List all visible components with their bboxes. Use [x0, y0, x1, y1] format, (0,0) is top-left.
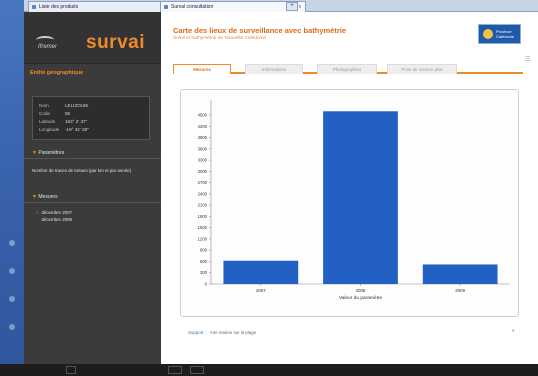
info-row: Latitude 163° 2' 37": [39, 119, 88, 124]
page-title: Carte des lieux de surveillance avec bat…: [173, 26, 347, 35]
browser-tab-products[interactable]: Liste des produits x: [28, 1, 174, 12]
info-row: Nom LELIZOUIE: [39, 103, 89, 108]
y-tick-label: 3300: [198, 158, 208, 163]
page-icon: [164, 5, 168, 9]
y-tick-label: 600: [200, 259, 208, 264]
bar-chart: 0 300 600 900 1200 1500 1800 2100 2400 2700 3000 33…: [198, 100, 510, 301]
footnote-text: Aire marine sur la plage: [209, 330, 257, 335]
taskbar: [0, 364, 538, 376]
tab-point-de-mesure[interactable]: Point de mesure plus: [387, 64, 457, 74]
date-item[interactable]: » décembre 2007: [36, 210, 72, 216]
page-icon: [32, 5, 36, 9]
province-logo: Province Calédonie: [478, 24, 521, 44]
y-tick-label: 3000: [198, 169, 208, 174]
footnote: Support : Aire marine sur la plage: [188, 330, 256, 335]
y-tick-label: 1800: [198, 214, 208, 219]
footnote-label: Support :: [188, 330, 206, 335]
chevron-down-icon: ▼: [32, 150, 37, 156]
y-tick-label: 4500: [198, 113, 208, 118]
bar: [323, 111, 398, 284]
chevron-down-icon: ▼: [32, 194, 37, 200]
ifremer-label: Ifremer: [38, 44, 58, 50]
chart-panel: 0 300 600 900 1200 1500 1800 2100 2400 2700 3000 33…: [180, 89, 519, 317]
section-title: Entité géographique: [30, 70, 84, 76]
desktop-icon[interactable]: [9, 240, 15, 246]
desktop-strip: [0, 0, 24, 376]
browser-tab-surval[interactable]: Surval consultation x: [160, 1, 306, 12]
taskbar-button[interactable]: [66, 366, 76, 374]
x-tick-label: 2007: [256, 288, 266, 293]
y-tick-label: 1500: [198, 225, 208, 230]
tab-mesures[interactable]: Mesures: [173, 64, 231, 74]
bar: [422, 264, 498, 284]
brand-header: Ifremer survai: [24, 12, 161, 64]
x-axis-title: Valeur du paramètre: [339, 295, 383, 301]
desktop-icon[interactable]: [9, 296, 15, 302]
info-row: Longitude -19° 42' 38": [39, 127, 89, 132]
content-tabs: Mesures Informations Photographies Point…: [173, 64, 523, 74]
y-tick-label: 3600: [198, 146, 208, 151]
collapse-icon[interactable]: ☰: [525, 56, 530, 63]
desktop-icon[interactable]: [9, 268, 15, 274]
y-tick-label: 2400: [198, 191, 208, 196]
ifremer-logo-icon: [36, 36, 54, 44]
sun-icon: [483, 29, 493, 39]
y-tick-label: 3900: [198, 135, 208, 140]
y-tick-label: 4200: [198, 124, 208, 129]
date-item[interactable]: »décembre 2008: [36, 217, 72, 223]
y-tick-label: 1200: [198, 236, 208, 241]
sidebar: Ifremer survai Entité géographique Nom LE…: [24, 12, 161, 376]
info-row: Code 55: [39, 111, 71, 116]
parameter-item[interactable]: Nombre de traces de tortues (par km et p…: [32, 168, 154, 174]
entity-info-box: Nom LELIZOUIE Code 55 Latitude 163° 2' 37" …: [32, 96, 150, 140]
bar: [223, 260, 299, 284]
y-tick-label: 900: [200, 248, 208, 253]
taskbar-button[interactable]: [168, 366, 182, 374]
x-tick-label: 2008: [356, 288, 366, 293]
browser-tab-bar: Liste des produits x Surval consultation…: [24, 0, 538, 12]
page-subtitle: Soleil et bathymétrie de Nouvelle Calédo…: [173, 36, 267, 41]
close-tab-icon[interactable]: x: [299, 2, 302, 12]
desktop-icon[interactable]: [9, 324, 15, 330]
mesures-section-toggle[interactable]: ▼ Mesures: [24, 192, 161, 203]
y-tick-label: 0: [205, 282, 208, 287]
x-tick-label: 2009: [455, 288, 465, 293]
new-tab-button[interactable]: +: [286, 2, 298, 11]
parametres-section-toggle[interactable]: ▼ Paramètres: [24, 148, 161, 159]
y-tick-label: 300: [200, 270, 208, 275]
y-tick-label: 2100: [198, 203, 208, 208]
tab-label: Liste des produits: [39, 4, 79, 10]
tab-informations[interactable]: Informations: [245, 64, 303, 74]
logo-text: Calédonie: [496, 34, 515, 39]
y-tick-label: 2700: [198, 180, 208, 185]
marker-icon: •: [512, 328, 515, 335]
tab-label: Surval consultation: [171, 4, 214, 10]
tab-photographies[interactable]: Photographies: [317, 64, 377, 74]
taskbar-button[interactable]: [190, 366, 204, 374]
main-content: Carte des lieux de surveillance avec bat…: [161, 12, 538, 364]
surval-logo[interactable]: survai: [86, 32, 145, 54]
